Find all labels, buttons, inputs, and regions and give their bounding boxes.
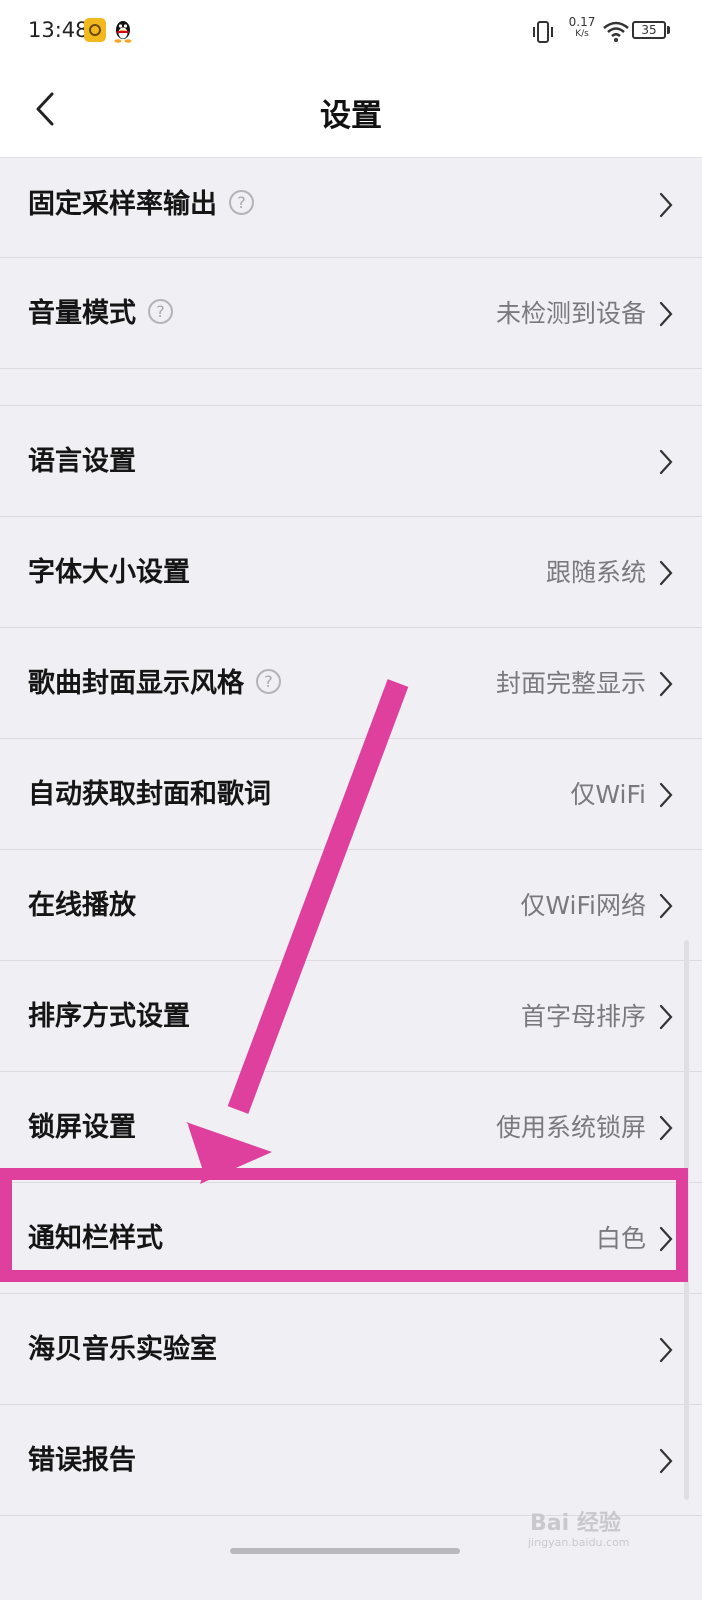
setting-value: 封面完整显示 <box>495 669 646 698</box>
home-indicator[interactable] <box>230 1548 460 1554</box>
setting-sort-method[interactable]: 排序方式设置 首字母排序 <box>0 961 702 1072</box>
chevron-right-icon <box>659 192 673 218</box>
setting-label: 字体大小设置 <box>28 557 190 588</box>
setting-label: 海贝音乐实验室 <box>28 1334 217 1365</box>
chevron-right-icon <box>659 1115 673 1141</box>
setting-label: 自动获取封面和歌词 <box>28 779 271 810</box>
chevron-right-icon <box>659 1226 673 1252</box>
help-icon[interactable]: ? <box>148 299 173 324</box>
setting-value: 首字母排序 <box>520 1002 646 1031</box>
setting-label: 歌曲封面显示风格? <box>28 628 281 739</box>
setting-font-size[interactable]: 字体大小设置 跟随系统 <box>0 517 702 628</box>
chevron-right-icon <box>659 782 673 808</box>
setting-error-report[interactable]: 错误报告 <box>0 1405 702 1516</box>
setting-value: 跟随系统 <box>545 558 646 587</box>
setting-auto-fetch-cover-lyrics[interactable]: 自动获取封面和歌词 仅WiFi <box>0 739 702 850</box>
setting-fixed-sample-rate[interactable]: 固定采样率输出? <box>0 158 702 258</box>
chevron-right-icon <box>659 1004 673 1030</box>
watermark-url: jingyan.baidu.com <box>528 1536 630 1549</box>
setting-label: 错误报告 <box>28 1445 136 1476</box>
vibrate-icon <box>533 21 553 43</box>
setting-notification-bar-style[interactable]: 通知栏样式 白色 <box>0 1183 702 1294</box>
setting-volume-mode[interactable]: 音量模式? 未检测到设备 <box>0 258 702 369</box>
chevron-right-icon <box>659 449 673 475</box>
section-divider <box>0 369 702 406</box>
status-bar: 13:48 0.17 K/s 35 <box>0 0 702 62</box>
chevron-right-icon <box>659 671 673 697</box>
chevron-right-icon <box>659 301 673 327</box>
setting-label: 固定采样率输出? <box>28 158 254 252</box>
setting-value: 未检测到设备 <box>495 299 646 328</box>
settings-list: 固定采样率输出? 音量模式? 未检测到设备 语言设置 字体大小设置 跟随系统 歌… <box>0 158 702 1516</box>
setting-language[interactable]: 语言设置 <box>0 406 702 517</box>
setting-label: 音量模式? <box>28 258 173 369</box>
status-time: 13:48 <box>28 18 89 42</box>
notification-app-icon <box>84 18 106 42</box>
setting-label: 锁屏设置 <box>28 1112 136 1143</box>
page-title: 设置 <box>320 98 382 134</box>
chevron-right-icon <box>659 1448 673 1474</box>
setting-online-playback[interactable]: 在线播放 仅WiFi网络 <box>0 850 702 961</box>
setting-lock-screen[interactable]: 锁屏设置 使用系统锁屏 <box>0 1072 702 1183</box>
setting-value: 仅WiFi <box>570 780 646 809</box>
chevron-right-icon <box>659 893 673 919</box>
scrollbar[interactable] <box>684 940 689 1500</box>
wifi-icon <box>603 21 629 42</box>
battery-icon: 35 <box>632 21 672 39</box>
setting-value: 使用系统锁屏 <box>495 1113 646 1142</box>
chevron-right-icon <box>659 1337 673 1363</box>
setting-label: 在线播放 <box>28 890 136 921</box>
network-speed-unit: K/s <box>575 29 589 39</box>
network-speed: 0.17 K/s <box>565 16 599 39</box>
setting-label: 排序方式设置 <box>28 1001 190 1032</box>
help-icon[interactable]: ? <box>229 190 254 215</box>
setting-value: 仅WiFi网络 <box>520 891 646 920</box>
qq-penguin-icon <box>114 21 132 43</box>
nav-bar: 设置 <box>0 62 702 158</box>
setting-label: 语言设置 <box>28 446 136 477</box>
setting-cover-style[interactable]: 歌曲封面显示风格? 封面完整显示 <box>0 628 702 739</box>
battery-level: 35 <box>632 21 666 39</box>
chevron-right-icon <box>659 560 673 586</box>
setting-value: 白色 <box>595 1224 646 1253</box>
setting-label: 通知栏样式 <box>28 1223 163 1254</box>
help-icon[interactable]: ? <box>256 669 281 694</box>
network-speed-value: 0.17 <box>568 15 596 29</box>
watermark-logo: Bai 经验 <box>530 1511 621 1536</box>
setting-labs[interactable]: 海贝音乐实验室 <box>0 1294 702 1405</box>
